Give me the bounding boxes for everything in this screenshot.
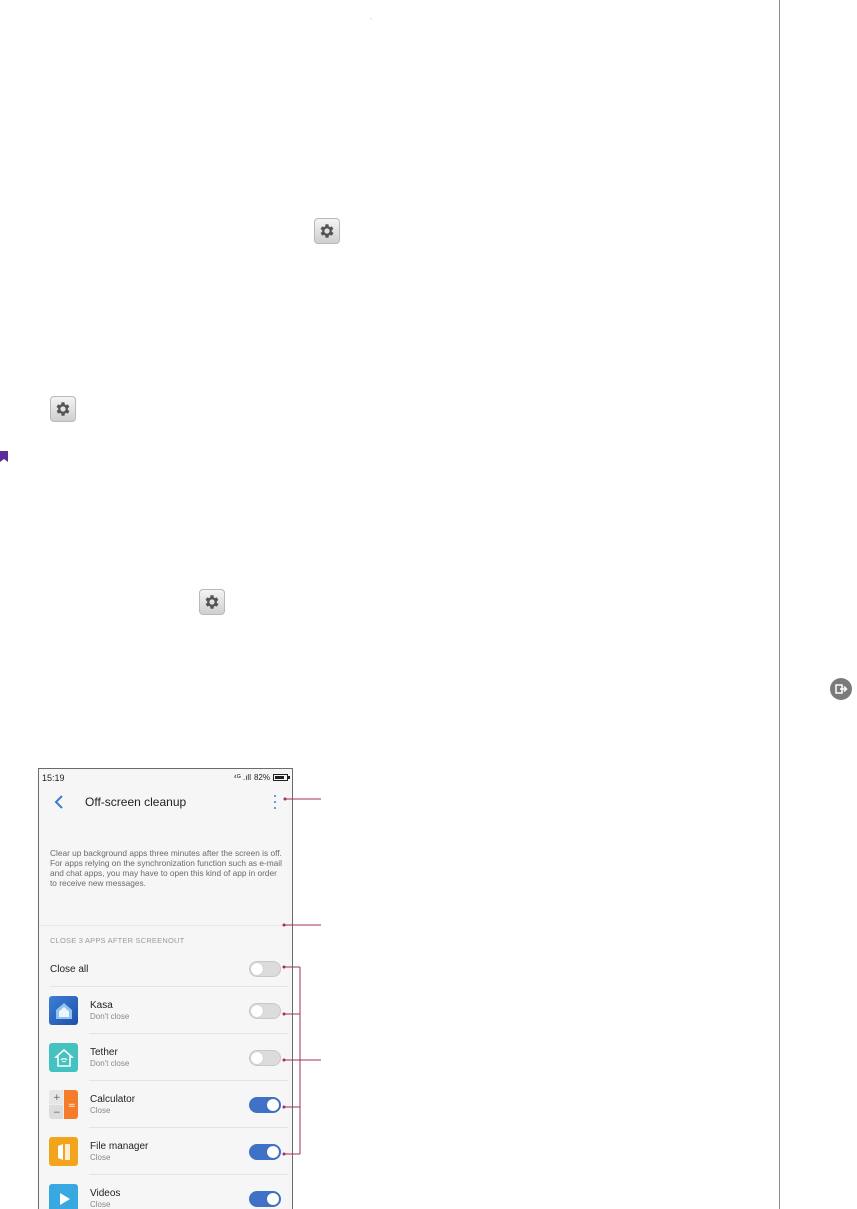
callout-lines	[282, 797, 321, 1156]
